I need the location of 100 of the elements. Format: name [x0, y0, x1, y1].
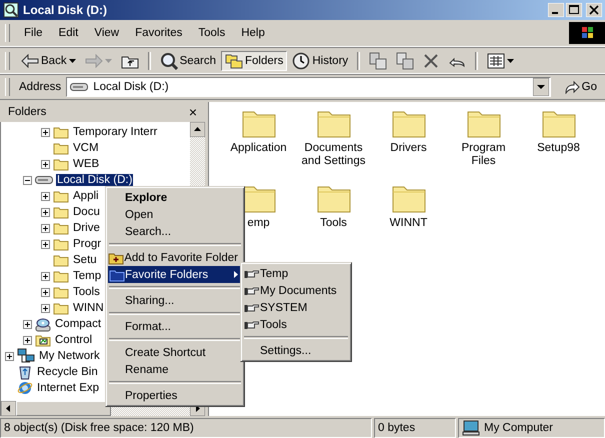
menu-item[interactable]: Help: [233, 25, 273, 41]
close-button[interactable]: [586, 3, 602, 17]
scroll-left-button[interactable]: [1, 401, 16, 416]
toolbar-button[interactable]: Folders: [221, 50, 288, 70]
folder-label[interactable]: emp: [245, 217, 272, 230]
cd-drive-icon: [35, 316, 51, 332]
minimize-button[interactable]: [548, 3, 564, 17]
menu-item[interactable]: Open: [108, 206, 242, 223]
toolbar-button[interactable]: Search: [156, 50, 220, 70]
expand-button[interactable]: [41, 128, 50, 136]
folder-label[interactable]: Program Files: [446, 142, 521, 168]
expand-button[interactable]: [41, 224, 50, 232]
tree-item[interactable]: Temp: [72, 270, 102, 282]
menu-item[interactable]: SYSTEM: [243, 299, 349, 316]
expand-button[interactable]: [41, 192, 50, 200]
delete-icon: [423, 52, 440, 68]
menu-item[interactable]: Temp: [243, 265, 349, 282]
menu-item[interactable]: File: [16, 25, 51, 41]
pointing-hand-icon: [244, 268, 260, 278]
folder-label[interactable]: WINNT: [388, 217, 430, 230]
dropdown-arrow-icon: [507, 58, 514, 62]
address-field[interactable]: Local Disk (D:): [66, 77, 551, 97]
drive-icon: [70, 82, 88, 92]
tree-item[interactable]: Temporary Interr: [72, 126, 158, 138]
tree-item[interactable]: Internet Exp: [36, 382, 100, 394]
expand-button[interactable]: [41, 304, 50, 312]
menu-item[interactable]: Create Shortcut: [108, 344, 242, 361]
status-text: My Computer: [484, 422, 554, 434]
menu-item[interactable]: Format...: [108, 318, 242, 335]
menu-item[interactable]: Favorites: [127, 25, 190, 41]
status-text: 8 object(s) (Disk free space: 120 MB): [0, 418, 372, 438]
expand-button[interactable]: [41, 160, 50, 168]
pane-title: Folders: [8, 106, 46, 118]
tree-item[interactable]: WEB: [72, 158, 100, 170]
maximize-button[interactable]: [566, 3, 582, 17]
control-panel-icon: [35, 333, 51, 347]
menu-item[interactable]: Search...: [108, 223, 242, 240]
close-pane-button[interactable]: ×: [188, 104, 197, 120]
folder-label[interactable]: Setup98: [535, 142, 582, 155]
tree-item[interactable]: Progr: [72, 238, 102, 250]
tree-item[interactable]: Compact: [54, 318, 102, 330]
tree-item[interactable]: Drive: [72, 222, 101, 234]
tree-item[interactable]: Docu: [72, 206, 101, 218]
window-title: Local Disk (D:): [23, 3, 108, 17]
tree-item[interactable]: Control: [54, 334, 94, 346]
menu-item[interactable]: Explore: [108, 189, 242, 206]
recycle-bin-icon: [17, 364, 33, 380]
menu-item[interactable]: Add to Favorite Folder: [108, 249, 242, 266]
expand-button[interactable]: [23, 336, 32, 344]
menu-item[interactable]: View: [86, 25, 128, 41]
tree-item[interactable]: My Network: [38, 350, 101, 362]
expand-button[interactable]: [41, 208, 50, 216]
menu-item[interactable]: Sharing...: [108, 292, 242, 309]
tree-item[interactable]: Tools: [72, 286, 101, 298]
expand-button[interactable]: [5, 352, 14, 360]
tree-item[interactable]: WINN: [72, 302, 105, 314]
back-arrow-icon: [21, 54, 39, 68]
go-button[interactable]: Go: [554, 80, 605, 94]
move-to-icon: [369, 52, 388, 70]
menu-item[interactable]: My Documents: [243, 282, 349, 299]
windows-logo-icon: [569, 22, 605, 44]
expand-button[interactable]: [41, 240, 50, 248]
address-label: Address: [19, 81, 62, 93]
expand-button[interactable]: [41, 288, 50, 296]
folder-label[interactable]: Application: [228, 142, 289, 155]
network-icon: [17, 348, 35, 364]
folder-icon: [53, 141, 69, 155]
tree-item[interactable]: Appli: [72, 190, 100, 202]
forward-arrow-icon: [84, 54, 103, 68]
tree-item[interactable]: VCM: [72, 142, 100, 154]
views-icon: [487, 52, 506, 68]
folder-label[interactable]: Drivers: [388, 142, 429, 155]
menu-item[interactable]: Tools: [190, 25, 234, 41]
expand-button[interactable]: [41, 272, 50, 280]
scroll-up-button[interactable]: [190, 122, 205, 137]
folder-label[interactable]: Tools: [318, 217, 349, 230]
menu-item[interactable]: Settings...: [243, 342, 349, 359]
menu-item[interactable]: Rename: [108, 361, 242, 378]
tree-item[interactable]: Recycle Bin: [36, 366, 99, 378]
folder-icon: [53, 205, 69, 219]
toolbar-button[interactable]: Back: [17, 50, 80, 70]
tree-item[interactable]: Local Disk (D:): [56, 174, 134, 186]
folder-icon: [53, 285, 69, 299]
folder-icon: [53, 221, 69, 235]
folder-label[interactable]: Documents and Settings: [296, 142, 371, 168]
menu-item[interactable]: Properties: [108, 387, 242, 404]
folder-icon: [53, 269, 69, 283]
expand-button[interactable]: [23, 320, 32, 328]
tree-item[interactable]: Setu: [72, 254, 98, 266]
toolbar-button[interactable]: History: [288, 50, 352, 70]
menu-item[interactable]: Edit: [50, 25, 86, 41]
explorer-icon: [3, 2, 19, 18]
dropdown-button[interactable]: [532, 78, 549, 96]
folder-icon: [53, 253, 69, 267]
folders-icon: [225, 52, 244, 68]
pointing-hand-icon: [244, 302, 260, 312]
collapse-button[interactable]: [23, 176, 32, 184]
menu-item[interactable]: Favorite Folders: [108, 266, 242, 283]
menu-item[interactable]: Tools: [243, 316, 349, 333]
dropdown-arrow-icon: [68, 58, 76, 62]
